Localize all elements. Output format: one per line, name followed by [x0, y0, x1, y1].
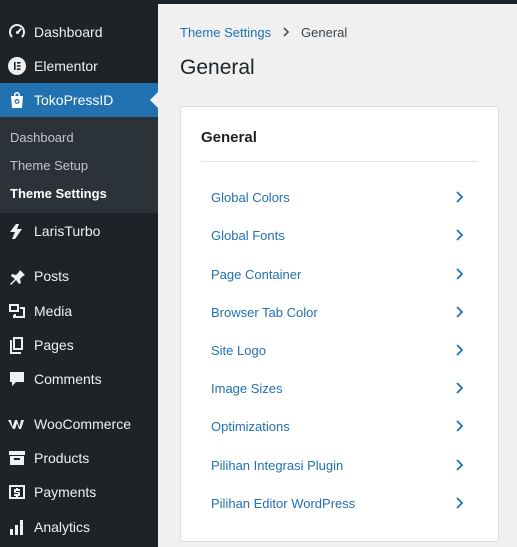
settings-row-pilihan-integrasi-plugin[interactable]: Pilihan Integrasi Plugin: [201, 448, 478, 482]
settings-row-optimizations[interactable]: Optimizations: [201, 409, 478, 443]
sidebar-item-laristurbo[interactable]: LarisTurbo: [0, 214, 158, 248]
chevron-right-icon: [452, 381, 466, 395]
breadcrumb: Theme Settings General: [180, 23, 347, 41]
card-divider: [201, 161, 478, 162]
elementor-icon: [0, 49, 34, 83]
settings-row-global-fonts[interactable]: Global Fonts: [201, 218, 478, 252]
sidebar-item-tokopressid[interactable]: TokoPressID: [0, 83, 158, 117]
sidebar-item-products[interactable]: Products: [0, 441, 158, 475]
sidebar-item-analytics[interactable]: Analytics: [0, 510, 158, 544]
chevron-right-icon: [452, 305, 466, 319]
bar-chart-icon: [0, 510, 34, 544]
submenu-item-theme-settings[interactable]: Theme Settings: [10, 184, 107, 204]
media-icon: [0, 294, 34, 328]
sidebar-item-label: Pages: [34, 337, 74, 353]
chevron-right-icon: [452, 190, 466, 204]
chevron-right-icon: [452, 419, 466, 433]
settings-row-pilihan-editor-wordpress[interactable]: Pilihan Editor WordPress: [201, 486, 478, 520]
sidebar-item-label: Elementor: [34, 58, 98, 74]
chevron-right-icon: [452, 228, 466, 242]
settings-row-label: Global Fonts: [211, 227, 285, 243]
chevron-right-icon: [452, 458, 466, 472]
main-content: Theme Settings General General General G…: [158, 4, 517, 547]
pushpin-icon: [0, 259, 34, 293]
admin-sidebar: Dashboard Elementor TokoPressID Dashboar…: [0, 0, 158, 547]
breadcrumb-link-theme-settings[interactable]: Theme Settings: [180, 25, 271, 40]
sidebar-item-label: Media: [34, 303, 73, 319]
settings-row-label: Browser Tab Color: [211, 304, 318, 320]
sidebar-item-label: Products: [34, 450, 90, 466]
sidebar-item-label: WooCommerce: [34, 416, 131, 432]
settings-row-image-sizes[interactable]: Image Sizes: [201, 371, 478, 405]
submenu-item-theme-setup[interactable]: Theme Setup: [10, 156, 88, 176]
dashboard-gauge-icon: [0, 15, 34, 49]
pages-icon: [0, 328, 34, 362]
settings-row-page-container[interactable]: Page Container: [201, 257, 478, 291]
settings-row-global-colors[interactable]: Global Colors: [201, 180, 478, 214]
submenu-item-dashboard[interactable]: Dashboard: [10, 128, 74, 148]
settings-row-label: Global Colors: [211, 189, 290, 205]
sidebar-item-label: Dashboard: [34, 24, 103, 40]
page-title: General: [180, 56, 255, 79]
sidebar-item-dashboard[interactable]: Dashboard: [0, 15, 158, 49]
settings-row-label: Pilihan Integrasi Plugin: [211, 457, 344, 473]
woocommerce-icon: [0, 407, 34, 441]
card-title: General: [201, 129, 257, 146]
chevron-right-icon: [281, 27, 291, 37]
settings-row-label: Page Container: [211, 266, 302, 282]
sidebar-item-elementor[interactable]: Elementor: [0, 49, 158, 83]
sidebar-item-posts[interactable]: Posts: [0, 259, 158, 293]
sidebar-item-label: Analytics: [34, 519, 91, 535]
sidebar-item-label: LarisTurbo: [34, 223, 101, 239]
sidebar-item-media[interactable]: Media: [0, 294, 158, 328]
comment-bubble-icon: [0, 362, 34, 396]
chevron-right-icon: [452, 496, 466, 510]
sidebar-item-payments[interactable]: Payments: [0, 475, 158, 509]
settings-row-browser-tab-color[interactable]: Browser Tab Color: [201, 295, 478, 329]
sidebar-item-label: Posts: [34, 268, 70, 284]
settings-row-label: Pilihan Editor WordPress: [211, 495, 356, 511]
settings-card: General Global Colors Global Fonts Page …: [180, 106, 499, 542]
sidebar-item-label: Payments: [34, 484, 97, 500]
sidebar-item-pages[interactable]: Pages: [0, 328, 158, 362]
sidebar-item-comments[interactable]: Comments: [0, 362, 158, 396]
chevron-right-icon: [452, 267, 466, 281]
settings-row-site-logo[interactable]: Site Logo: [201, 333, 478, 367]
chevron-right-icon: [452, 343, 466, 357]
settings-row-label: Site Logo: [211, 342, 266, 358]
settings-row-label: Image Sizes: [211, 380, 283, 396]
settings-row-label: Optimizations: [211, 418, 290, 434]
tokopressid-submenu: Dashboard Theme Setup Theme Settings: [0, 117, 158, 213]
sidebar-item-label: Comments: [34, 371, 102, 387]
laristurbo-icon: [0, 214, 34, 248]
sidebar-item-label: TokoPressID: [34, 92, 114, 108]
shopping-bag-icon: [0, 83, 34, 117]
dollar-icon: [0, 475, 34, 509]
breadcrumb-current: General: [301, 24, 348, 40]
sidebar-item-woocommerce[interactable]: WooCommerce: [0, 407, 158, 441]
archive-box-icon: [0, 441, 34, 475]
